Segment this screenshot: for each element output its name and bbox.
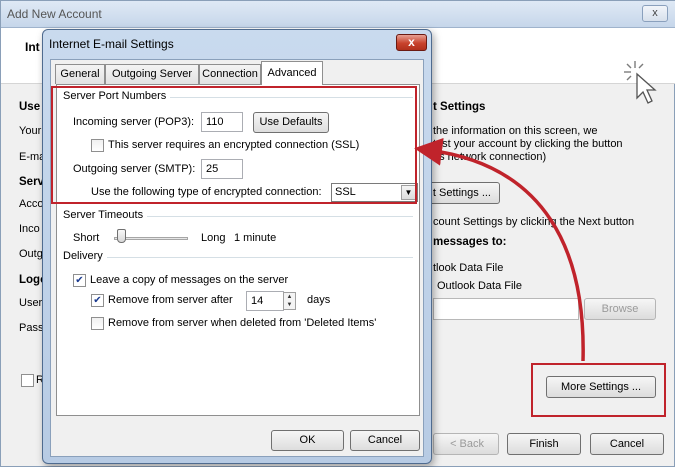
browse-button[interactable]: Browse bbox=[584, 298, 656, 320]
wizard-cursor-icon bbox=[624, 61, 657, 104]
outgoing-port-field[interactable]: 25 bbox=[201, 159, 243, 179]
user-name-label: User bbox=[19, 297, 43, 309]
advanced-tab-panel: Server Port Numbers Incoming server (POP… bbox=[56, 84, 420, 416]
timeout-short-label: Short bbox=[73, 232, 100, 244]
test-info-line-1: the information on this screen, we bbox=[433, 125, 598, 137]
window-titlebar: Add New Account x bbox=[1, 1, 675, 28]
remember-password-checkbox[interactable] bbox=[21, 374, 34, 387]
chevron-down-icon[interactable]: ▼ bbox=[401, 185, 416, 200]
test-next-hint: count Settings by clicking the Next butt… bbox=[433, 216, 635, 228]
test-info-line-2: test your account by clicking the button bbox=[433, 138, 623, 150]
remove-after-label: Remove from server after bbox=[108, 294, 233, 306]
leave-copy-label: Leave a copy of messages on the server bbox=[90, 274, 289, 286]
encryption-type-select[interactable]: SSL ▼ bbox=[331, 183, 418, 202]
remove-deleted-label: Remove from server when deleted from 'De… bbox=[108, 317, 377, 329]
tab-outgoing-server[interactable]: Outgoing Server bbox=[105, 64, 199, 84]
tab-advanced[interactable]: Advanced bbox=[261, 61, 323, 85]
leave-copy-checkbox[interactable]: ✔ bbox=[73, 274, 86, 287]
timeouts-group-label: Server Timeouts bbox=[63, 209, 148, 221]
encryption-type-value: SSL bbox=[335, 186, 356, 198]
dialog-title: Internet E-mail Settings bbox=[49, 37, 174, 51]
encryption-type-label: Use the following type of encrypted conn… bbox=[91, 186, 322, 198]
days-unit-label: days bbox=[307, 294, 331, 306]
window-title: Add New Account bbox=[7, 7, 102, 21]
user-information-heading: Use bbox=[19, 101, 41, 113]
delivery-group-label: Delivery bbox=[63, 250, 107, 262]
internet-email-settings-dialog: Internet E-mail Settings x General Outgo… bbox=[42, 29, 432, 464]
test-account-settings-heading: t Settings bbox=[433, 101, 486, 113]
timeout-value: 1 minute bbox=[234, 232, 277, 244]
server-information-heading: Serv bbox=[19, 176, 44, 188]
test-info-line-3: es network connection) bbox=[433, 151, 547, 163]
spin-up-icon[interactable]: ▲ bbox=[284, 293, 295, 301]
password-label: Pass bbox=[19, 322, 44, 334]
timeout-long-label: Long bbox=[201, 232, 226, 244]
incoming-port-field[interactable]: 110 bbox=[201, 112, 243, 132]
back-button[interactable]: < Back bbox=[433, 433, 499, 455]
server-ports-group-label: Server Port Numbers bbox=[63, 90, 171, 102]
incoming-pop3-label: Incoming server (POP3): bbox=[73, 116, 195, 128]
dialog-close-button[interactable]: x bbox=[396, 34, 427, 51]
screen: Add New Account x Int Use Your E-ma Serv… bbox=[0, 0, 675, 467]
existing-data-file-option[interactable]: Outlook Data File bbox=[437, 280, 522, 292]
dialog-cancel-button[interactable]: Cancel bbox=[350, 430, 420, 451]
dialog-body: General Outgoing Server Connection Advan… bbox=[50, 59, 424, 457]
incoming-server-label: Inco bbox=[19, 223, 40, 235]
spin-down-icon[interactable]: ▼ bbox=[284, 301, 295, 309]
remove-after-days-field[interactable]: 14 bbox=[246, 291, 284, 311]
finish-button[interactable]: Finish bbox=[507, 433, 581, 455]
deliver-messages-heading: messages to: bbox=[433, 236, 507, 248]
account-type-label: Acco bbox=[19, 198, 44, 210]
remove-after-checkbox[interactable]: ✔ bbox=[91, 294, 104, 307]
data-file-path-input[interactable] bbox=[433, 298, 579, 320]
timeout-slider-thumb[interactable] bbox=[117, 229, 127, 243]
use-defaults-button[interactable]: Use Defaults bbox=[253, 112, 329, 133]
incoming-ssl-label: This server requires an encrypted connec… bbox=[108, 139, 360, 151]
more-settings-button[interactable]: More Settings ... bbox=[546, 376, 656, 398]
delivery-divider bbox=[63, 257, 413, 258]
wizard-header-title: Int bbox=[25, 40, 40, 54]
outgoing-smtp-label: Outgoing server (SMTP): bbox=[73, 163, 196, 175]
window-close-button[interactable]: x bbox=[642, 5, 668, 22]
tab-connection[interactable]: Connection bbox=[199, 64, 261, 84]
outgoing-server-label: Outg bbox=[19, 248, 43, 260]
days-spinner[interactable]: ▲ ▼ bbox=[283, 292, 296, 310]
new-data-file-option[interactable]: tlook Data File bbox=[433, 262, 503, 274]
incoming-ssl-checkbox[interactable] bbox=[91, 139, 104, 152]
ok-button[interactable]: OK bbox=[271, 430, 344, 451]
tab-general[interactable]: General bbox=[55, 64, 105, 84]
wizard-cancel-button[interactable]: Cancel bbox=[590, 433, 664, 455]
remove-deleted-checkbox[interactable] bbox=[91, 317, 104, 330]
your-name-label: Your bbox=[19, 125, 42, 137]
